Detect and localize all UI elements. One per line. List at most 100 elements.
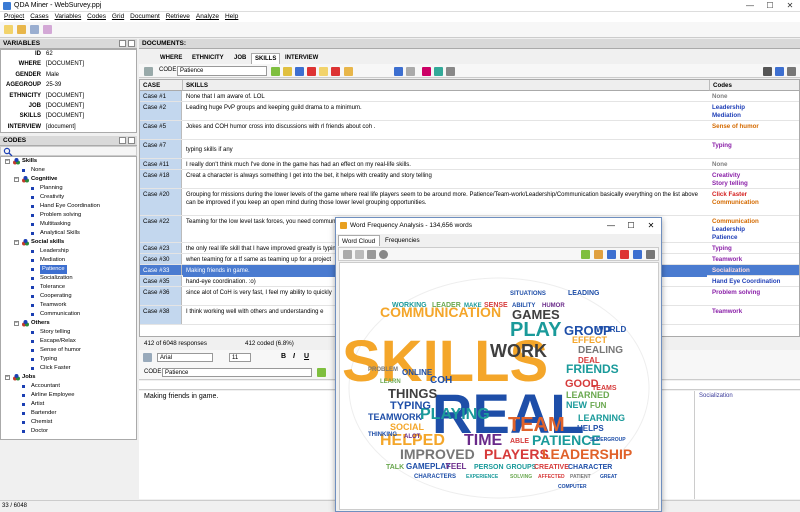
codes-cell[interactable]: Click Faster Communication xyxy=(710,189,799,207)
cloud-word[interactable]: AFFECTED xyxy=(538,474,565,480)
cloud-word[interactable]: NEW xyxy=(566,400,588,410)
cloud-word[interactable]: TYPING xyxy=(390,400,431,412)
code-item[interactable]: Tolerance xyxy=(1,283,136,292)
cloud-word[interactable]: WORLD xyxy=(596,325,626,334)
menu-variables[interactable]: Variables xyxy=(55,12,82,22)
codes-cell[interactable]: Socialization xyxy=(710,265,799,275)
menu-retrieve[interactable]: Retrieve xyxy=(166,12,190,22)
maximize-button[interactable]: ☐ xyxy=(621,218,641,234)
magnifier-icon[interactable] xyxy=(3,147,13,156)
codes-cell[interactable]: Teamwork xyxy=(710,254,799,264)
cloud-word[interactable]: COH xyxy=(430,375,452,386)
cloud-word[interactable]: GROUPS xyxy=(506,464,537,471)
cloud-word[interactable]: SOLVING xyxy=(510,474,532,480)
codes-cell[interactable]: Creativity Story telling xyxy=(710,170,799,188)
variable-row[interactable]: SKILLS [DOCUMENT] xyxy=(1,112,136,122)
case-cell[interactable]: Case #36 xyxy=(140,287,182,305)
grid-view-icon[interactable] xyxy=(144,67,153,76)
grid-view-icon[interactable] xyxy=(343,250,352,259)
code-item[interactable]: Doctor xyxy=(1,427,136,436)
cloud-word[interactable]: EXPERIENCE xyxy=(466,474,499,480)
collapse-toggle-icon[interactable]: − xyxy=(14,177,19,182)
italic-button[interactable]: I xyxy=(293,353,295,360)
cloud-word[interactable]: FUN xyxy=(590,401,607,410)
tab-ethnicity[interactable]: ETHNICITY xyxy=(189,53,227,64)
cloud-word[interactable]: CHARACTERS xyxy=(414,474,456,480)
code-select[interactable]: Patience xyxy=(177,66,267,76)
close-icon[interactable] xyxy=(367,250,376,259)
code-item[interactable]: Patience xyxy=(1,265,136,274)
cloud-word[interactable]: IMPROVED xyxy=(400,446,475,462)
code-item[interactable]: Artist xyxy=(1,400,136,409)
new-project-icon[interactable] xyxy=(4,25,13,34)
code-item[interactable]: Sense of humor xyxy=(1,346,136,355)
maximize-button[interactable]: ☐ xyxy=(760,0,780,12)
code-item[interactable]: Typing xyxy=(1,355,136,364)
codes-cell[interactable]: Typing xyxy=(710,243,799,253)
paragraph-icon[interactable] xyxy=(143,353,152,362)
filter-icon[interactable] xyxy=(406,67,415,76)
case-cell[interactable]: Case #7 xyxy=(140,140,182,158)
panel-pin-icon[interactable] xyxy=(119,40,126,47)
cloud-word[interactable]: SOCIAL xyxy=(390,422,425,432)
variable-row[interactable]: WHERE [DOCUMENT] xyxy=(1,60,136,70)
font-size-select[interactable]: 11 xyxy=(229,353,251,362)
code-item[interactable]: Hand Eye Coordination xyxy=(1,202,136,211)
cloud-word[interactable]: PATIENT xyxy=(570,474,591,480)
case-cell[interactable]: Case #30 xyxy=(140,254,182,264)
menu-codes[interactable]: Codes xyxy=(87,12,106,22)
apply-code-icon[interactable] xyxy=(317,368,326,377)
editor-code-select[interactable]: Patience xyxy=(162,368,312,377)
table-row[interactable]: Case #5 Jokes and COH humor cross into di… xyxy=(140,121,799,140)
panel-close-icon[interactable] xyxy=(128,40,135,47)
print-icon[interactable] xyxy=(646,250,655,259)
tab-job[interactable]: JOB xyxy=(231,53,249,64)
font-select[interactable]: Arial xyxy=(157,353,213,362)
refresh-icon[interactable] xyxy=(379,250,388,259)
bold-button[interactable]: B xyxy=(281,353,286,360)
margin-code-tag[interactable]: Socialization xyxy=(699,393,733,399)
cloud-word[interactable]: CREATIVE xyxy=(534,464,569,471)
code-item[interactable]: Problem solving xyxy=(1,211,136,220)
cloud-word[interactable]: TEAMWORK xyxy=(368,412,422,422)
code-group-item[interactable]: − Skills xyxy=(1,157,136,166)
variable-row[interactable]: ETHNICITY [DOCUMENT] xyxy=(1,92,136,102)
cloud-word[interactable]: PLAY xyxy=(510,319,562,341)
tab-frequencies[interactable]: Frequencies xyxy=(382,235,424,246)
case-cell[interactable]: Case #11 xyxy=(140,159,182,169)
table-row[interactable]: Case #1 None that I am aware of. LOL None xyxy=(140,91,799,102)
table-row[interactable]: Case #18 Creat a character is always some… xyxy=(140,170,799,189)
codes-cell[interactable]: Leadership Mediation xyxy=(710,102,799,120)
response-cell[interactable]: typing skills if any xyxy=(183,140,707,156)
cloud-word[interactable]: COMPUTER xyxy=(558,484,587,490)
cloud-word[interactable]: ALOT xyxy=(404,434,421,440)
export-icon[interactable] xyxy=(763,67,772,76)
underline-button[interactable]: U xyxy=(304,353,309,360)
layout-icon[interactable] xyxy=(355,250,364,259)
table-row[interactable]: Case #11 I really don't think much I've d… xyxy=(140,159,799,170)
cloud-word[interactable]: DEALING xyxy=(578,345,623,356)
document-text[interactable]: Making friends in game. xyxy=(144,393,218,400)
tab-interview[interactable]: INTERVIEW xyxy=(282,53,321,64)
case-cell[interactable]: Case #1 xyxy=(140,91,182,101)
collapse-toggle-icon[interactable]: − xyxy=(5,159,10,164)
case-cell[interactable]: Case #5 xyxy=(140,121,182,139)
cloud-word[interactable]: GAMEPLAY xyxy=(406,462,451,471)
table-row[interactable]: Case #2 Leading huge PvP groups and keepi… xyxy=(140,102,799,121)
settings-icon[interactable] xyxy=(446,67,455,76)
chart-icon[interactable] xyxy=(422,67,431,76)
cloud-word[interactable]: CHARACTER xyxy=(568,464,612,471)
cloud-word[interactable]: TALK xyxy=(386,464,404,471)
cloud-word[interactable]: LEARN xyxy=(380,379,401,385)
code-item[interactable]: None xyxy=(1,166,136,175)
code-item[interactable]: Analytical Skills xyxy=(1,229,136,238)
code-item[interactable]: Leadership xyxy=(1,247,136,256)
cloud-word[interactable]: PERSON xyxy=(474,464,504,471)
codes-cell[interactable]: Hand Eye Coordination xyxy=(710,276,799,286)
cloud-word[interactable]: ONLINE xyxy=(402,368,433,377)
variable-row[interactable]: JOB [DOCUMENT] xyxy=(1,102,136,112)
variable-row[interactable]: AGEGROUP 25-39 xyxy=(1,81,136,91)
codes-cell[interactable]: Typing xyxy=(710,140,799,150)
minimize-button[interactable]: — xyxy=(740,0,760,12)
code-item[interactable]: Cooperating xyxy=(1,292,136,301)
